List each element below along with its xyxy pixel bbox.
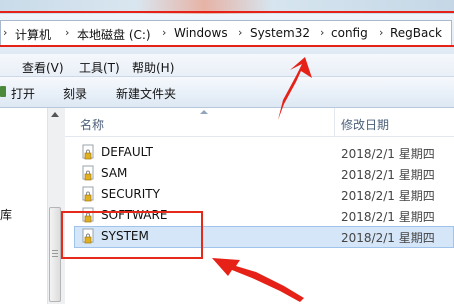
nav-scrollbar-thumb[interactable] — [49, 207, 61, 302]
annotation-underline — [0, 45, 454, 47]
annotation-top-line — [0, 11, 454, 13]
breadcrumb-windows[interactable]: Windows — [174, 26, 228, 40]
file-row[interactable]: SECURITY 2018/2/1 星期四 — [73, 185, 454, 205]
breadcrumb-separator[interactable]: › — [162, 26, 166, 39]
lock-file-icon — [82, 165, 94, 181]
file-date: 2018/2/1 星期四 — [341, 189, 435, 203]
file-date: 2018/2/1 星期四 — [341, 210, 435, 224]
menu-bar — [0, 54, 454, 77]
column-header-date[interactable]: 修改日期 — [341, 116, 389, 133]
file-name: SECURITY — [101, 187, 160, 201]
breadcrumb-separator[interactable]: › — [320, 26, 324, 39]
lock-file-icon — [82, 186, 94, 202]
breadcrumb-separator[interactable]: › — [65, 26, 69, 39]
file-date: 2018/2/1 星期四 — [341, 231, 435, 245]
burn-button[interactable]: 刻录 — [63, 85, 87, 102]
column-header-row — [65, 108, 454, 137]
file-date: 2018/2/1 星期四 — [341, 168, 435, 182]
scroll-up-icon[interactable] — [51, 112, 59, 117]
menu-tools[interactable]: 工具(T) — [79, 59, 120, 76]
new-folder-button[interactable]: 新建文件夹 — [116, 85, 176, 102]
breadcrumb-computer[interactable]: 计算机 — [15, 26, 51, 43]
file-row[interactable]: SAM 2018/2/1 星期四 — [73, 164, 454, 184]
grip-icon — [52, 250, 58, 251]
open-icon[interactable] — [0, 86, 6, 97]
menu-view[interactable]: 查看(V) — [22, 59, 64, 76]
annotation-box — [61, 211, 203, 259]
breadcrumb-regback[interactable]: RegBack — [390, 26, 442, 40]
breadcrumb-system32[interactable]: System32 — [250, 26, 310, 40]
breadcrumb-local-disk[interactable]: 本地磁盘 (C:) — [77, 26, 151, 43]
menu-help[interactable]: 帮助(H) — [132, 59, 174, 76]
column-header-name[interactable]: 名称 — [80, 116, 104, 133]
lock-file-icon — [82, 144, 94, 160]
breadcrumb-config[interactable]: config — [331, 26, 368, 40]
nav-item-library[interactable]: 库 — [0, 206, 12, 223]
breadcrumb-separator: › — [3, 26, 8, 39]
breadcrumb-separator[interactable]: › — [238, 26, 242, 39]
file-date: 2018/2/1 星期四 — [341, 147, 435, 161]
file-row[interactable]: DEFAULT 2018/2/1 星期四 — [73, 143, 454, 163]
file-name: SAM — [101, 166, 128, 180]
sort-up-icon — [200, 110, 208, 114]
column-divider[interactable] — [334, 108, 335, 136]
open-button[interactable]: 打开 — [11, 85, 35, 102]
breadcrumb-separator[interactable]: › — [379, 26, 383, 39]
file-name: DEFAULT — [101, 145, 153, 159]
